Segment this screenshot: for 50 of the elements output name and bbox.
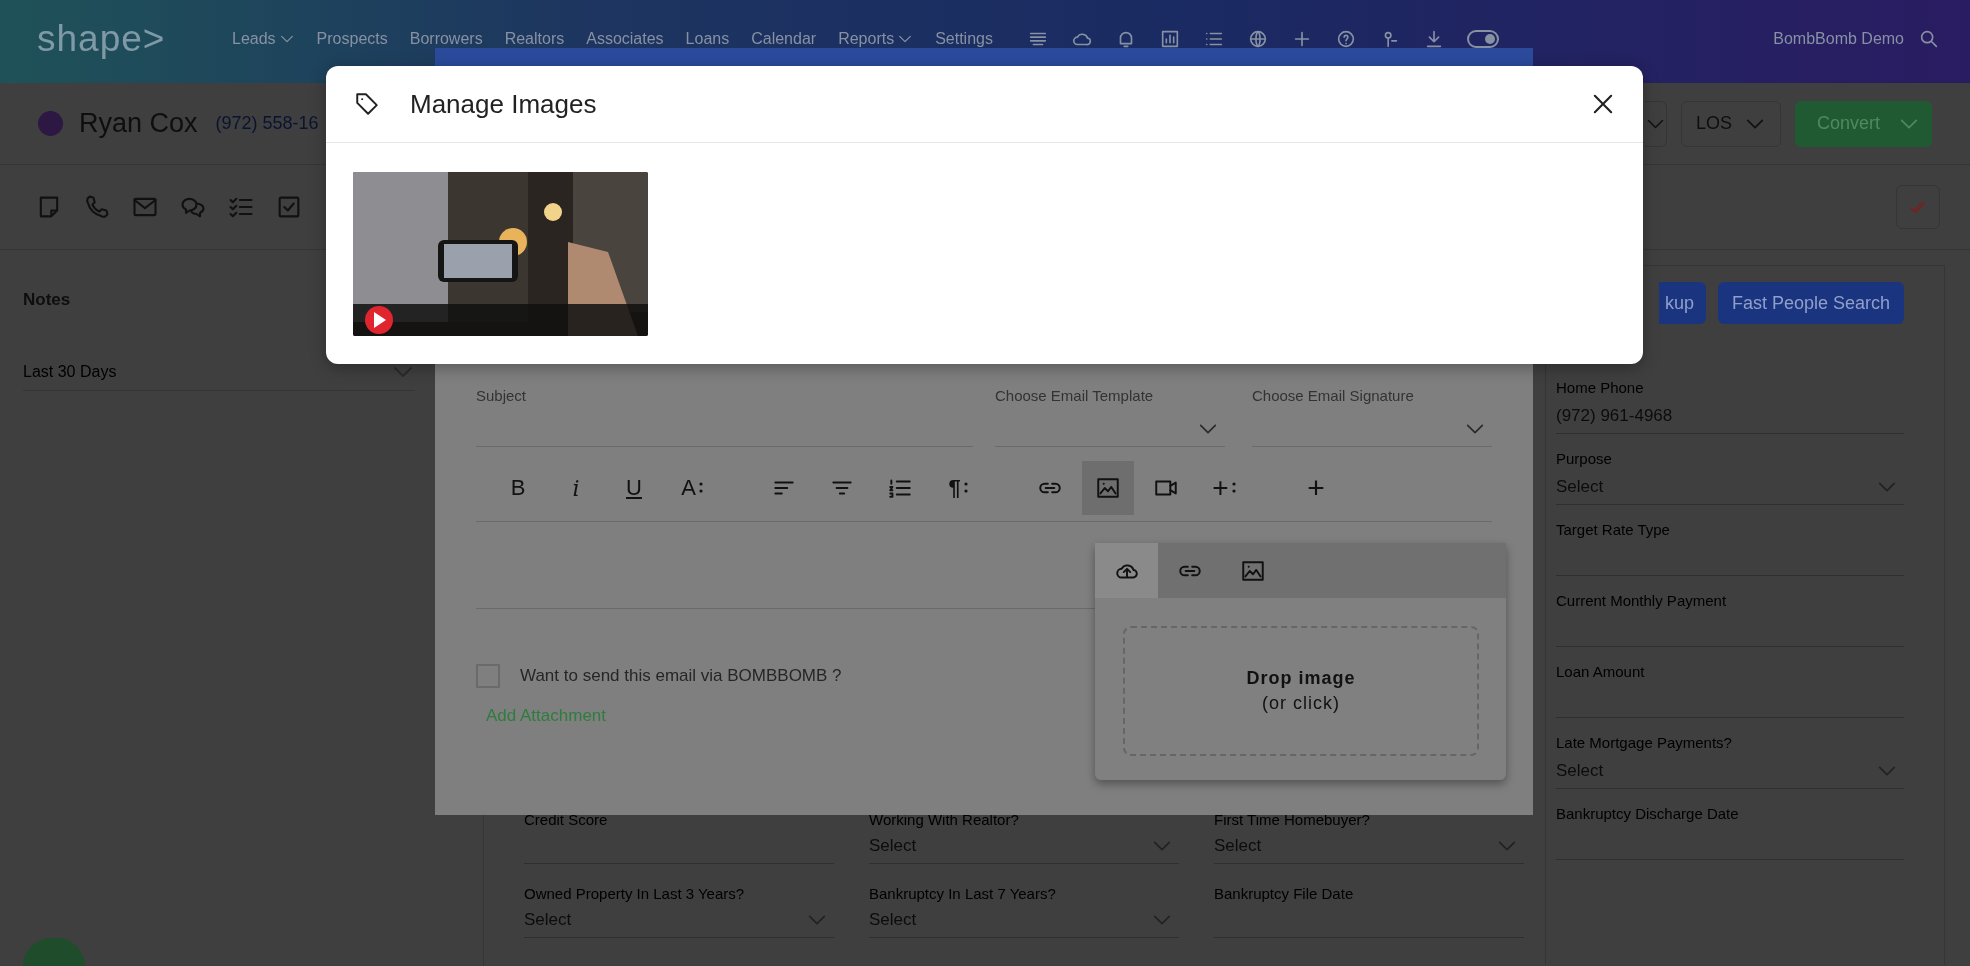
more-dots-icon xyxy=(1231,481,1236,495)
field-label: First Time Homebuyer? xyxy=(1214,810,1370,830)
field-label: Bankruptcy In Last 7 Years? xyxy=(869,884,1056,904)
logo: shape> xyxy=(37,17,167,60)
nav-link[interactable]: Realtors xyxy=(504,29,565,48)
font-menu-button[interactable]: A xyxy=(666,461,718,515)
insert-menu-button[interactable]: + xyxy=(1198,461,1250,515)
lookup-button[interactable]: kup xyxy=(1658,282,1706,324)
nav-link[interactable]: Loans xyxy=(685,29,730,48)
field-label: Subject xyxy=(476,387,527,404)
status-dot xyxy=(38,111,63,136)
field-label: Current Monthly Payment xyxy=(1556,591,1727,611)
image-icon xyxy=(1095,475,1121,501)
checkbox-label: Want to send this email via BOMBBOMB ? xyxy=(520,666,842,686)
image-button[interactable] xyxy=(1082,461,1134,515)
phone-icon xyxy=(83,193,111,221)
add-button[interactable]: + xyxy=(1290,461,1342,515)
field-label: Purpose xyxy=(1556,449,1612,469)
nav-link[interactable]: Calendar xyxy=(751,29,817,48)
italic-button[interactable]: i xyxy=(550,461,602,515)
field-label: Credit Score xyxy=(524,810,608,830)
field-label: Bankruptcy Discharge Date xyxy=(1556,804,1739,824)
user-menu[interactable]: BombBomb Demo xyxy=(1773,29,1904,48)
tag-icon xyxy=(354,91,380,117)
nav-link[interactable]: Leads xyxy=(232,29,295,48)
nav-link[interactable]: Associates xyxy=(586,29,664,48)
phone-button[interactable] xyxy=(83,193,111,221)
field-label: Target Rate Type xyxy=(1556,520,1670,540)
modal-title: Manage Images xyxy=(410,88,597,120)
more-dots-icon xyxy=(698,481,703,495)
field-label: Working With Realtor? xyxy=(869,810,1019,830)
field-label: Owned Property In Last 3 Years? xyxy=(524,884,745,904)
dropdown-button[interactable] xyxy=(1644,100,1667,147)
nav-link[interactable]: Prospects xyxy=(316,29,388,48)
upload-tab[interactable] xyxy=(1095,543,1158,598)
field-label: Choose Email Template xyxy=(995,387,1154,404)
more-dots-icon xyxy=(963,481,968,495)
field-label: Loan Amount xyxy=(1556,662,1645,682)
nav-link[interactable]: Borrowers xyxy=(409,29,483,48)
underline-button[interactable]: U xyxy=(608,461,660,515)
nav-link[interactable]: Settings xyxy=(935,29,993,48)
field-label: Home Phone xyxy=(1556,378,1644,398)
bold-button[interactable]: B xyxy=(492,461,544,515)
nav-link[interactable]: Reports xyxy=(838,29,914,48)
search-button[interactable]: Fast People Search xyxy=(1717,282,1904,324)
paragraph-button[interactable]: ¶ xyxy=(932,461,984,515)
field-label: Late Mortgage Payments? xyxy=(1556,733,1732,753)
image-drop-zone[interactable]: Drop image (or click) xyxy=(1123,626,1479,756)
field-label: Bankruptcy File Date xyxy=(1214,884,1354,904)
field-label: Choose Email Signature xyxy=(1252,387,1414,404)
